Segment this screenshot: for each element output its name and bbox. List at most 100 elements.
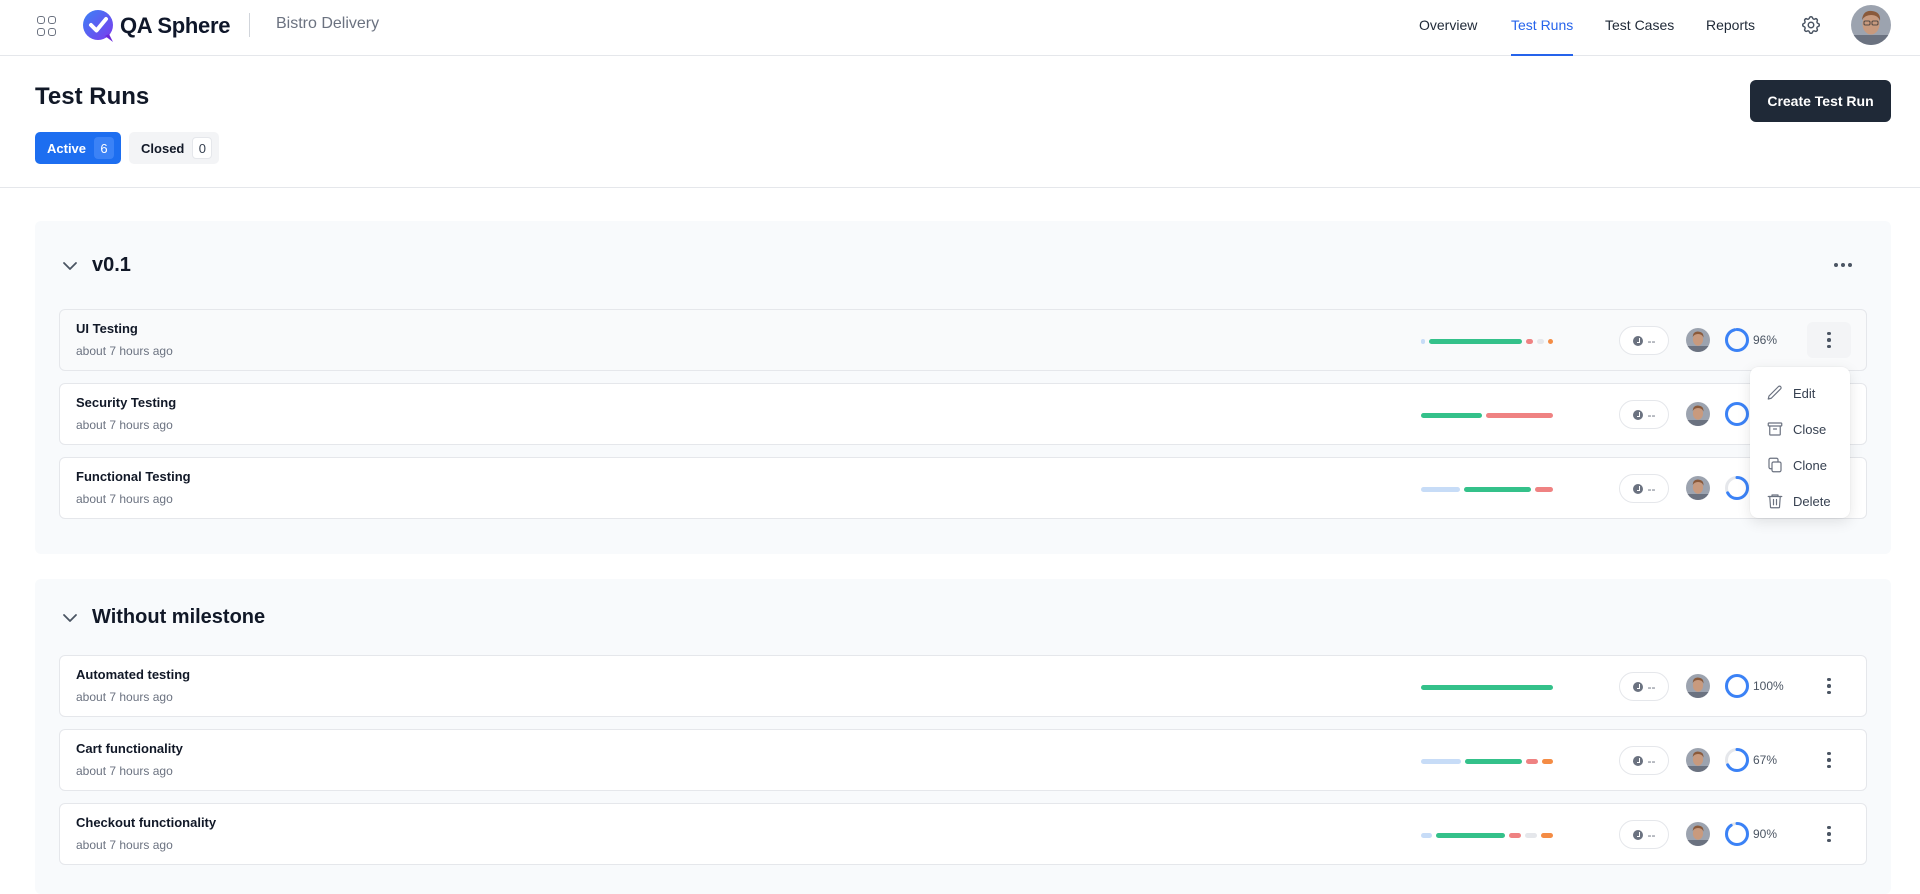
progress-ring (1725, 822, 1749, 846)
run-actions-kebab-button[interactable] (1807, 816, 1851, 852)
apps-grid-icon[interactable] (37, 16, 57, 36)
test-run-status-bar (1421, 833, 1553, 838)
nav-reports[interactable]: Reports (1706, 17, 1755, 33)
status-segment-passed (1435, 833, 1506, 838)
user-avatar-icon (1851, 5, 1891, 45)
status-segment-skipped (1537, 339, 1544, 344)
status-segment-failed (1509, 833, 1522, 838)
app-logo[interactable]: QA Sphere (81, 8, 230, 44)
menu-item-label: Delete (1793, 493, 1831, 509)
test-run-row[interactable]: UI Testing about 7 hours ago -- 96% (59, 309, 1867, 371)
chevron-down-icon[interactable] (60, 608, 80, 628)
test-run-created-time: about 7 hours ago (76, 492, 173, 506)
progress-percent: 100% (1753, 679, 1784, 693)
assignee-avatar[interactable] (1686, 328, 1710, 352)
status-segment-failed (1526, 759, 1539, 764)
test-run-name[interactable]: Checkout functionality (76, 815, 216, 830)
test-run-name[interactable]: UI Testing (76, 321, 138, 336)
project-name[interactable]: Bistro Delivery (276, 15, 379, 33)
assignee-avatar[interactable] (1686, 476, 1710, 500)
menu-item-close[interactable]: Close (1750, 411, 1850, 447)
test-run-status-bar (1421, 759, 1553, 764)
user-avatar[interactable] (1851, 5, 1891, 45)
tab-closed-label: Closed (141, 140, 185, 156)
status-segment-skipped (1525, 833, 1538, 838)
status-segment-passed (1428, 339, 1523, 344)
test-run-row[interactable]: Functional Testing about 7 hours ago -- (59, 457, 1867, 519)
test-run-name[interactable]: Cart functionality (76, 741, 183, 756)
test-run-row[interactable]: Cart functionality about 7 hours ago -- 67% (59, 729, 1867, 791)
duration-value: -- (1647, 679, 1656, 694)
status-segment-failed (1526, 339, 1533, 344)
active-nav-indicator (1511, 54, 1573, 56)
nav-test-runs[interactable]: Test Runs (1511, 17, 1573, 33)
run-actions-kebab-button[interactable] (1807, 742, 1851, 778)
test-run-created-time: about 7 hours ago (76, 764, 173, 778)
test-run-progress: 96% (1724, 327, 1777, 353)
test-run-progress (1724, 401, 1753, 427)
assignee-avatar[interactable] (1686, 822, 1710, 846)
test-run-row[interactable]: Checkout functionality about 7 hours ago -… (59, 803, 1867, 865)
test-run-name[interactable]: Security Testing (76, 395, 176, 410)
create-test-run-button[interactable]: Create Test Run (1750, 80, 1891, 122)
test-run-row[interactable]: Security Testing about 7 hours ago -- (59, 383, 1867, 445)
clock-icon (1632, 755, 1643, 766)
clock-icon (1632, 409, 1643, 420)
menu-item-label: Edit (1793, 385, 1816, 401)
menu-item-edit[interactable]: Edit (1750, 375, 1850, 411)
chevron-down-icon[interactable] (60, 256, 80, 276)
milestone-more-button[interactable] (1828, 255, 1858, 275)
clock-icon (1632, 335, 1643, 346)
nav-overview[interactable]: Overview (1419, 17, 1477, 33)
progress-ring (1725, 402, 1749, 426)
run-actions-kebab-button[interactable] (1807, 668, 1851, 704)
test-run-name[interactable]: Functional Testing (76, 469, 191, 484)
progress-percent: 67% (1753, 753, 1778, 767)
test-run-created-time: about 7 hours ago (76, 690, 173, 704)
status-segment-open (1421, 833, 1432, 838)
test-run-name[interactable]: Automated testing (76, 667, 190, 682)
top-navigation-bar: QA Sphere Bistro Delivery Overview Test … (0, 0, 1920, 56)
test-run-duration: -- (1619, 400, 1669, 429)
menu-item-clone[interactable]: Clone (1750, 447, 1850, 483)
test-run-duration: -- (1619, 746, 1669, 775)
status-segment-failed (1486, 413, 1553, 418)
duration-value: -- (1647, 333, 1656, 348)
assignee-avatar[interactable] (1686, 674, 1710, 698)
test-run-status-bar (1421, 685, 1553, 690)
qa-sphere-logo-icon (83, 10, 113, 42)
tab-active-label: Active (47, 140, 87, 156)
milestone-title: Without milestone (92, 606, 266, 628)
status-segment-blocked (1547, 339, 1553, 344)
test-run-duration: -- (1619, 326, 1669, 355)
status-segment-open (1421, 487, 1460, 492)
menu-item-label: Clone (1793, 457, 1827, 473)
trash-icon (1767, 494, 1783, 509)
nav-test-cases[interactable]: Test Cases (1605, 17, 1674, 33)
settings-gear-icon[interactable] (1800, 14, 1822, 36)
run-actions-kebab-button[interactable] (1807, 322, 1851, 358)
progress-ring (1725, 748, 1749, 772)
status-tabs: Active 6 Closed 0 (35, 132, 220, 164)
assignee-avatar[interactable] (1686, 748, 1710, 772)
assignee-avatar[interactable] (1686, 402, 1710, 426)
test-run-status-bar (1421, 487, 1553, 492)
milestone-title: v0.1 (92, 254, 131, 276)
menu-item-delete[interactable]: Delete (1750, 483, 1850, 519)
progress-percent: 96% (1753, 333, 1778, 347)
status-segment-passed (1463, 487, 1531, 492)
milestone-group-header: v0.1 (60, 254, 131, 277)
progress-percent: 90% (1753, 827, 1778, 841)
test-run-duration: -- (1619, 474, 1669, 503)
brand-name: QA Sphere (120, 13, 231, 38)
status-segment-passed (1421, 685, 1553, 690)
test-run-row[interactable]: Automated testing about 7 hours ago -- 100% (59, 655, 1867, 717)
brand-divider (249, 13, 250, 37)
status-segment-blocked (1541, 833, 1553, 838)
test-run-created-time: about 7 hours ago (76, 344, 173, 358)
status-segment-passed (1465, 759, 1523, 764)
tab-closed[interactable]: Closed 0 (129, 132, 220, 164)
tab-active[interactable]: Active 6 (35, 132, 122, 164)
progress-ring (1725, 328, 1749, 352)
progress-ring (1725, 674, 1749, 698)
